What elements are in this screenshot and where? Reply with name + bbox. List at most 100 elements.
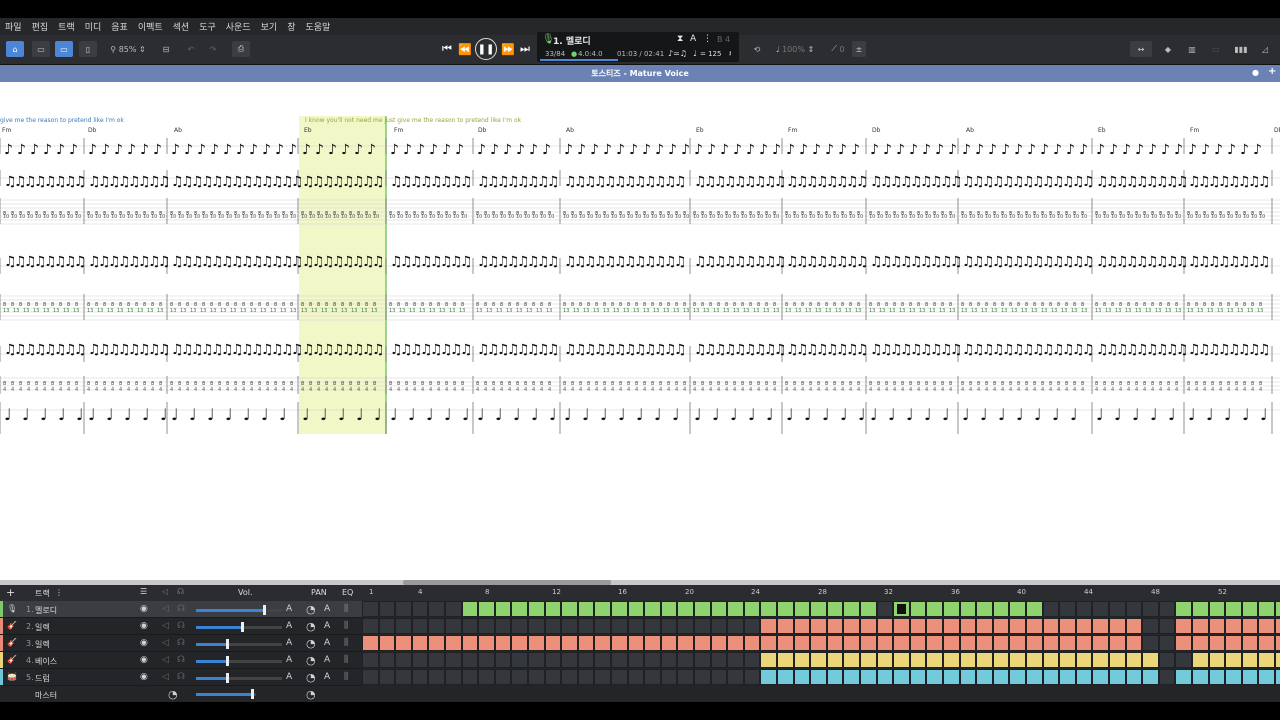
bar-cell[interactable] <box>1175 601 1192 617</box>
menu-item-5[interactable]: 이펙트 <box>138 20 163 33</box>
bar-cell[interactable] <box>1192 601 1209 617</box>
print-button[interactable]: ⎙ <box>232 41 250 57</box>
bar-cell[interactable] <box>743 669 761 685</box>
bar-cell[interactable] <box>461 652 479 668</box>
bar-cell[interactable] <box>478 669 495 685</box>
bar-cell[interactable] <box>943 601 960 617</box>
bar-cell[interactable] <box>494 635 512 651</box>
bar-cell[interactable] <box>1059 601 1076 617</box>
bar-cell[interactable] <box>826 652 844 668</box>
menu-item-7[interactable]: 도구 <box>199 20 216 33</box>
bar-cell[interactable] <box>992 669 1010 685</box>
rewind-button[interactable]: ⏪ <box>457 41 473 57</box>
bar-cell[interactable] <box>1158 652 1176 668</box>
pan-knob-icon[interactable]: ◔ <box>306 637 316 650</box>
bar-cell[interactable] <box>1092 669 1109 685</box>
bar-cell[interactable] <box>992 601 1010 617</box>
bar-cell[interactable] <box>511 601 528 617</box>
bar-cell[interactable] <box>1125 618 1143 634</box>
bar-cell[interactable] <box>743 601 761 617</box>
bar-cell[interactable] <box>445 669 462 685</box>
bar-cell[interactable] <box>528 652 545 668</box>
automation-icon[interactable]: A <box>286 672 292 682</box>
bar-cell[interactable] <box>445 652 462 668</box>
bar-cell[interactable] <box>727 635 744 651</box>
automation-icon[interactable]: A <box>324 672 330 682</box>
bar-cell[interactable] <box>544 635 562 651</box>
bar-cell[interactable] <box>1258 618 1275 634</box>
bar-cell[interactable] <box>660 652 678 668</box>
bar-cell[interactable] <box>1109 635 1126 651</box>
volume-handle[interactable] <box>226 673 230 683</box>
bar-cell[interactable] <box>478 652 495 668</box>
bar-cell[interactable] <box>1258 635 1275 651</box>
bar-cell[interactable] <box>494 618 512 634</box>
bar-cell[interactable] <box>677 669 694 685</box>
bar-cell[interactable] <box>1208 635 1226 651</box>
redo-button[interactable]: ↷ <box>206 41 220 57</box>
bar-cell[interactable] <box>826 635 844 651</box>
undo-button[interactable]: ↶ <box>184 41 198 57</box>
menu-item-2[interactable]: 트랙 <box>58 20 75 33</box>
bar-cell[interactable] <box>395 652 412 668</box>
bar-cell[interactable] <box>627 601 645 617</box>
view-screen-button[interactable]: ▭ <box>55 41 73 57</box>
track-name[interactable]: 일렉 <box>35 639 50 650</box>
menu-item-10[interactable]: 창 <box>287 20 295 33</box>
bar-cell[interactable] <box>1241 618 1259 634</box>
bar-cell[interactable] <box>893 669 910 685</box>
bar-cell[interactable] <box>1109 601 1126 617</box>
bar-cell[interactable] <box>644 618 661 634</box>
bar-cell[interactable] <box>395 618 412 634</box>
bar-cell[interactable] <box>611 652 628 668</box>
bar-cell[interactable] <box>1109 669 1126 685</box>
bar-cell[interactable] <box>793 652 811 668</box>
bar-cell[interactable] <box>926 618 943 634</box>
bar-cell[interactable] <box>1142 601 1159 617</box>
bar-cell[interactable] <box>959 669 977 685</box>
bar-cell[interactable] <box>1225 601 1242 617</box>
bar-cell[interactable] <box>777 618 794 634</box>
go-to-end-button[interactable]: ⏭ <box>518 41 532 57</box>
automation-icon[interactable]: A <box>324 638 330 648</box>
view-panel-button[interactable]: ▯ <box>79 41 97 57</box>
bar-cell[interactable] <box>959 652 977 668</box>
bar-cell[interactable] <box>893 652 910 668</box>
bar-cell[interactable] <box>760 635 777 651</box>
bar-cell[interactable] <box>959 601 977 617</box>
bar-cell[interactable] <box>395 635 412 651</box>
bar-cell[interactable] <box>1158 669 1176 685</box>
bar-cell[interactable] <box>694 635 711 651</box>
bar-cell[interactable] <box>1109 652 1126 668</box>
bar-cell[interactable] <box>1142 618 1159 634</box>
bar-cell[interactable] <box>926 635 943 651</box>
bar-cell[interactable] <box>694 669 711 685</box>
bar-cell[interactable] <box>478 635 495 651</box>
bar-cell[interactable] <box>992 652 1010 668</box>
bar-cell[interactable] <box>1275 669 1280 685</box>
bar-cell[interactable] <box>1225 635 1242 651</box>
bar-cell[interactable] <box>860 618 877 634</box>
bar-cell[interactable] <box>494 652 512 668</box>
bar-cell[interactable] <box>478 618 495 634</box>
bar-cell[interactable] <box>976 635 993 651</box>
track-name[interactable]: 일렉 <box>35 622 50 633</box>
bar-cell[interactable] <box>660 618 678 634</box>
bar-cell[interactable] <box>943 652 960 668</box>
bar-cell[interactable] <box>1225 652 1242 668</box>
pitch-control[interactable]: ⟋ 0 <box>826 41 850 57</box>
bar-cell[interactable] <box>1042 601 1060 617</box>
bar-cell[interactable] <box>909 635 927 651</box>
bar-cell[interactable] <box>528 669 545 685</box>
bar-cell[interactable] <box>511 669 528 685</box>
bar-cell[interactable] <box>577 618 595 634</box>
bar-cell[interactable] <box>694 652 711 668</box>
bar-cell[interactable] <box>362 618 379 634</box>
visibility-eye-icon[interactable]: ◉ <box>140 638 148 648</box>
pan-knob-icon[interactable]: ◔ <box>306 603 316 616</box>
bar-cell[interactable] <box>1042 618 1060 634</box>
track-row[interactable]: 🎙 1. 멜로디 ◉ ◁ ☊ A ◔ A ⫼ <box>0 601 362 618</box>
mute-icon[interactable]: ◁ <box>162 621 169 631</box>
bar-cell[interactable] <box>876 652 894 668</box>
bar-cell[interactable] <box>860 635 877 651</box>
